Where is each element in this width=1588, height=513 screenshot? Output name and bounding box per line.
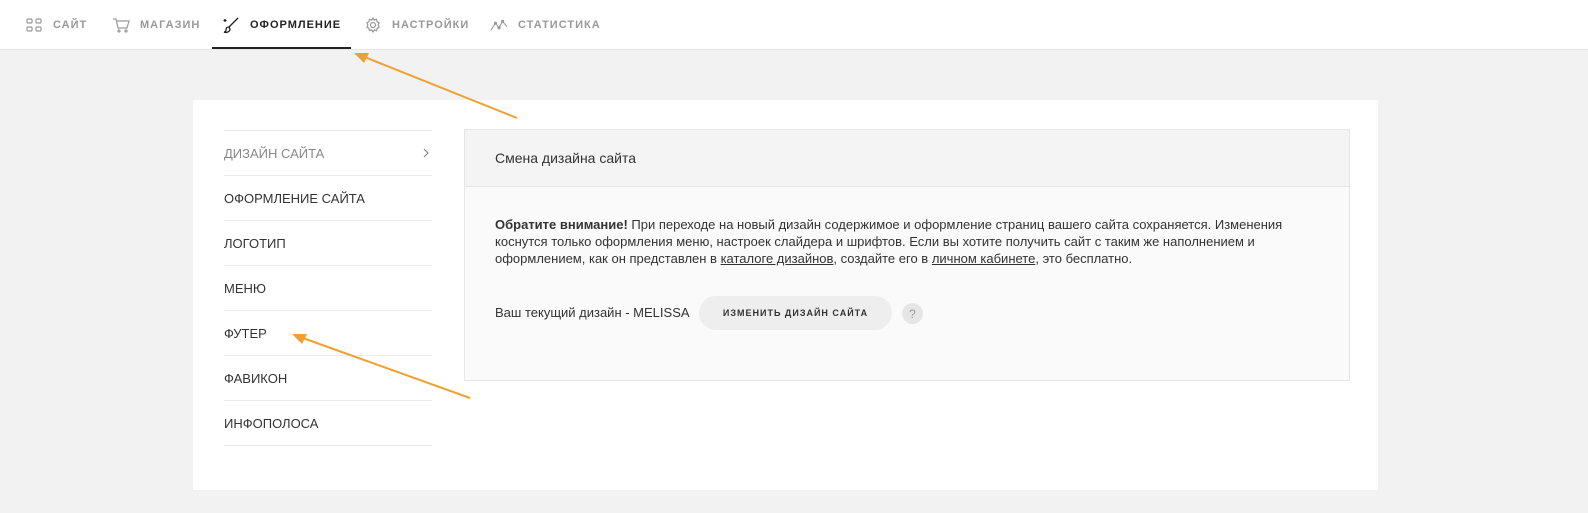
sidebar-item-label: ИНФОПОЛОСА bbox=[224, 415, 319, 431]
nav-item-shop[interactable]: МАГАЗИН bbox=[112, 0, 200, 49]
nav-label: САЙТ bbox=[53, 18, 88, 31]
design-change-panel: Смена дизайна сайта Обратите внимание! П… bbox=[464, 129, 1350, 381]
sidebar-item-site-design[interactable]: ДИЗАЙН САЙТА bbox=[224, 130, 432, 176]
brush-icon bbox=[222, 16, 240, 34]
sidebar-item-footer[interactable]: ФУТЕР bbox=[224, 311, 432, 356]
change-design-button[interactable]: ИЗМЕНИТЬ ДИЗАЙН САЙТА bbox=[699, 296, 892, 330]
personal-cabinet-link[interactable]: личном кабинете bbox=[932, 251, 1036, 266]
sidebar-item-label: ФУТЕР bbox=[224, 325, 267, 341]
nav-item-settings[interactable]: НАСТРОЙКИ bbox=[364, 0, 469, 49]
cart-icon bbox=[112, 16, 130, 34]
settings-sidebar: ДИЗАЙН САЙТА ОФОРМЛЕНИЕ САЙТА ЛОГОТИП МЕ… bbox=[224, 130, 432, 446]
content-card: ДИЗАЙН САЙТА ОФОРМЛЕНИЕ САЙТА ЛОГОТИП МЕ… bbox=[193, 100, 1378, 490]
chevron-right-icon bbox=[420, 147, 432, 159]
panel-title: Смена дизайна сайта bbox=[465, 130, 1349, 187]
nav-label: СТАТИСТИКА bbox=[518, 18, 601, 31]
nav-label: ОФОРМЛЕНИЕ bbox=[250, 18, 342, 31]
chart-line-icon bbox=[490, 16, 508, 34]
sidebar-item-label: МЕНЮ bbox=[224, 280, 267, 296]
nav-item-site[interactable]: САЙТ bbox=[25, 0, 87, 49]
notice-part: , это бесплатно. bbox=[1035, 251, 1133, 266]
help-icon[interactable]: ? bbox=[902, 303, 923, 324]
sidebar-item-menu[interactable]: МЕНЮ bbox=[224, 266, 432, 311]
nav-item-stats[interactable]: СТАТИСТИКА bbox=[490, 0, 601, 49]
sidebar-item-label: ОФОРМЛЕНИЕ САЙТА bbox=[224, 190, 365, 206]
notice-text: Обратите внимание! При переходе на новый… bbox=[495, 216, 1295, 267]
notice-bold: Обратите внимание! bbox=[495, 217, 628, 232]
sidebar-item-label: ДИЗАЙН САЙТА bbox=[224, 145, 325, 161]
current-design-label: Ваш текущий дизайн - MELISSA bbox=[495, 305, 690, 320]
sidebar-item-favicon[interactable]: ФАВИКОН bbox=[224, 356, 432, 401]
nav-label: МАГАЗИН bbox=[140, 18, 201, 31]
sidebar-item-infobar[interactable]: ИНФОПОЛОСА bbox=[224, 401, 432, 446]
sidebar-item-site-appearance[interactable]: ОФОРМЛЕНИЕ САЙТА bbox=[224, 176, 432, 221]
grid-icon bbox=[25, 16, 43, 34]
sidebar-item-label: ФАВИКОН bbox=[224, 370, 288, 386]
sidebar-item-logo[interactable]: ЛОГОТИП bbox=[224, 221, 432, 266]
notice-part: , создайте его в bbox=[833, 251, 932, 266]
top-navigation: САЙТ МАГАЗИН ОФОРМЛЕНИЕ НАСТРОЙКИ СТАТИС… bbox=[0, 0, 1588, 50]
sidebar-item-label: ЛОГОТИП bbox=[224, 235, 286, 251]
nav-label: НАСТРОЙКИ bbox=[392, 18, 470, 31]
design-catalog-link[interactable]: каталоге дизайнов bbox=[721, 251, 834, 266]
nav-item-design[interactable]: ОФОРМЛЕНИЕ bbox=[211, 0, 352, 49]
gear-icon bbox=[364, 16, 382, 34]
